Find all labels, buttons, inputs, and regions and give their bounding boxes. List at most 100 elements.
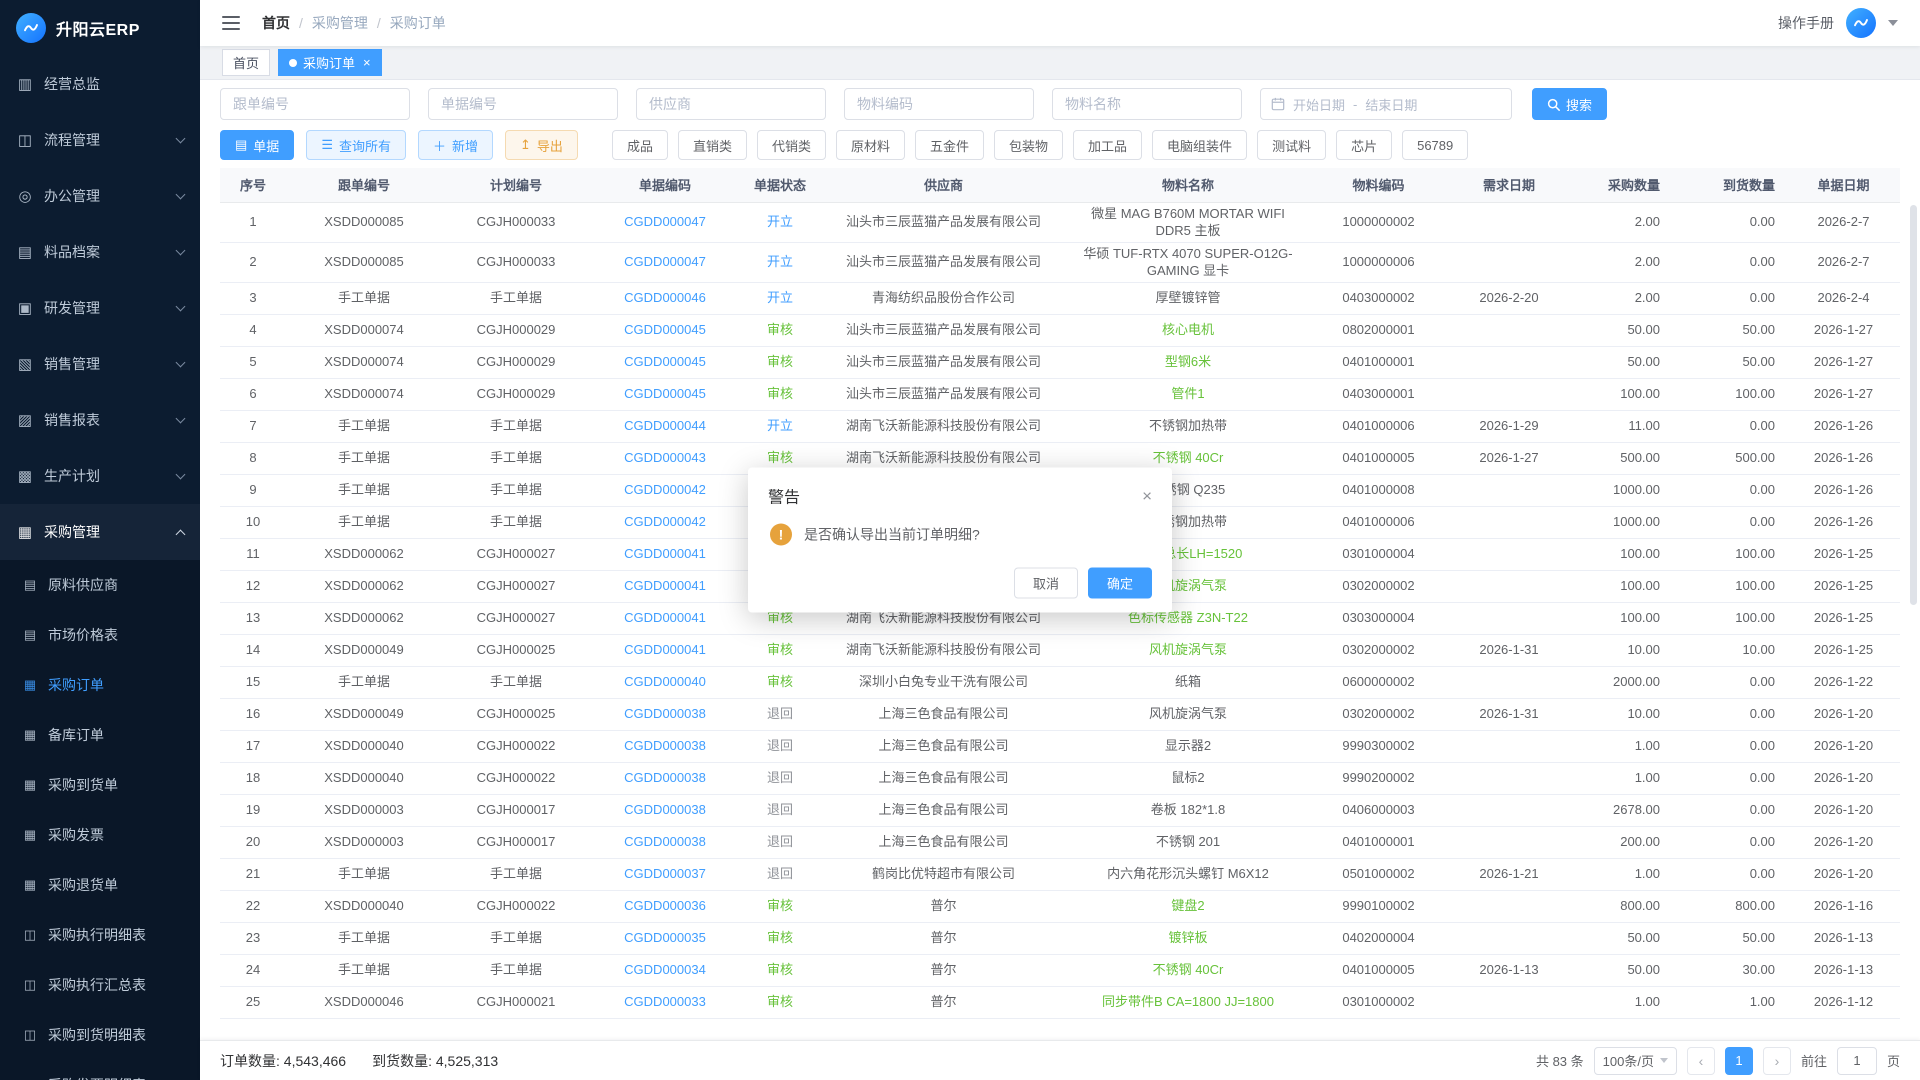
doc-code-link[interactable]: CGDD000042 [590,506,740,538]
add-button[interactable]: ＋ 新增 [418,130,493,160]
page-1-button[interactable]: 1 [1725,1047,1753,1075]
manual-link[interactable]: 操作手册 [1778,13,1834,33]
doc-code-link-text[interactable]: CGDD000047 [624,214,706,229]
category-button-五金件[interactable]: 五金件 [915,130,984,160]
doc-code-link-text[interactable]: CGDD000038 [624,802,706,817]
sidebar-subitem-采购订单[interactable]: ▦采购订单 [0,660,200,710]
doc-code-link[interactable]: CGDD000036 [590,890,740,922]
doc-code-link-text[interactable]: CGDD000037 [624,866,706,881]
doc-code-link-text[interactable]: CGDD000038 [624,770,706,785]
sidebar-subitem-采购到货明细表[interactable]: ◫采购到货明细表 [0,1010,200,1060]
category-button-测试料[interactable]: 测试料 [1257,130,1326,160]
filter-input-单据编号[interactable] [428,88,618,120]
filter-input-物料名称[interactable] [1052,88,1242,120]
cancel-button[interactable]: 取消 [1014,568,1078,599]
sidebar-subitem-采购退货单[interactable]: ▦采购退货单 [0,860,200,910]
doc-code-link-text[interactable]: CGDD000043 [624,450,706,465]
doc-code-link-text[interactable]: CGDD000045 [624,386,706,401]
sidebar-item-销售报表[interactable]: ▨销售报表 [0,392,200,448]
sidebar-subitem-采购发票明细表[interactable]: ◫采购发票明细表 [0,1060,200,1080]
category-button-电脑组装件[interactable]: 电脑组装件 [1152,130,1247,160]
search-button[interactable]: 搜索 [1532,88,1607,120]
doc-code-link[interactable]: CGDD000038 [590,762,740,794]
doc-code-link[interactable]: CGDD000038 [590,730,740,762]
doc-code-link[interactable]: CGDD000047 [590,242,740,282]
doc-code-link[interactable]: CGDD000038 [590,698,740,730]
doc-code-link[interactable]: CGDD000040 [590,666,740,698]
doc-code-link-text[interactable]: CGDD000038 [624,834,706,849]
sidebar-subitem-市场价格表[interactable]: ▤市场价格表 [0,610,200,660]
breadcrumb-home[interactable]: 首页 [262,13,290,33]
doc-code-link[interactable]: CGDD000042 [590,474,740,506]
sidebar-item-研发管理[interactable]: ▣研发管理 [0,280,200,336]
doc-code-link-text[interactable]: CGDD000041 [624,546,706,561]
breadcrumb-purchase-mgmt[interactable]: 采购管理 [312,13,368,33]
query-all-button[interactable]: ☰ 查询所有 [306,130,406,160]
doc-code-link-text[interactable]: CGDD000033 [624,994,706,1009]
doc-code-link[interactable]: CGDD000041 [590,634,740,666]
doc-code-link-text[interactable]: CGDD000042 [624,482,706,497]
doc-code-link[interactable]: CGDD000045 [590,314,740,346]
category-button-56789[interactable]: 56789 [1402,130,1468,160]
doc-code-link[interactable]: CGDD000041 [590,570,740,602]
doc-code-link[interactable]: CGDD000033 [590,986,740,1018]
filter-input-跟单编号[interactable] [220,88,410,120]
doc-code-link-text[interactable]: CGDD000044 [624,418,706,433]
doc-code-link-text[interactable]: CGDD000040 [624,674,706,689]
doc-code-link[interactable]: CGDD000038 [590,794,740,826]
sidebar-item-生产计划[interactable]: ▩生产计划 [0,448,200,504]
doc-code-link[interactable]: CGDD000045 [590,378,740,410]
doc-code-link[interactable]: CGDD000046 [590,282,740,314]
goto-page-input[interactable] [1837,1047,1877,1075]
sidebar-subitem-原料供应商[interactable]: ▤原料供应商 [0,560,200,610]
doc-code-link-text[interactable]: CGDD000045 [624,354,706,369]
document-button[interactable]: ▤ 单据 [220,130,294,160]
doc-code-link-text[interactable]: CGDD000042 [624,514,706,529]
doc-code-link-text[interactable]: CGDD000045 [624,322,706,337]
sidebar-subitem-采购执行汇总表[interactable]: ◫采购执行汇总表 [0,960,200,1010]
sidebar-subitem-备库订单[interactable]: ▦备库订单 [0,710,200,760]
doc-code-link[interactable]: CGDD000041 [590,602,740,634]
filter-input-物料编码[interactable] [844,88,1034,120]
doc-code-link-text[interactable]: CGDD000035 [624,930,706,945]
tab-close-icon[interactable]: × [363,56,371,69]
export-button[interactable]: ↥ 导出 [505,130,578,160]
category-button-加工品[interactable]: 加工品 [1073,130,1142,160]
user-caret-icon[interactable] [1888,20,1898,26]
sidebar-item-销售管理[interactable]: ▧销售管理 [0,336,200,392]
category-button-代销类[interactable]: 代销类 [757,130,826,160]
doc-code-link[interactable]: CGDD000043 [590,442,740,474]
next-page-button[interactable]: › [1763,1047,1791,1075]
sidebar-subitem-采购发票[interactable]: ▦采购发票 [0,810,200,860]
doc-code-link[interactable]: CGDD000037 [590,858,740,890]
category-button-直销类[interactable]: 直销类 [678,130,747,160]
category-button-包装物[interactable]: 包装物 [994,130,1063,160]
doc-code-link[interactable]: CGDD000035 [590,922,740,954]
filter-input-供应商[interactable] [636,88,826,120]
category-button-芯片[interactable]: 芯片 [1336,130,1392,160]
doc-code-link-text[interactable]: CGDD000034 [624,962,706,977]
date-range-picker[interactable]: 开始日期 - 结束日期 [1260,88,1512,120]
doc-code-link-text[interactable]: CGDD000046 [624,290,706,305]
sidebar-item-料品档案[interactable]: ▤料品档案 [0,224,200,280]
doc-code-link[interactable]: CGDD000047 [590,202,740,242]
doc-code-link[interactable]: CGDD000044 [590,410,740,442]
doc-code-link[interactable]: CGDD000038 [590,826,740,858]
doc-code-link[interactable]: CGDD000041 [590,538,740,570]
close-icon[interactable]: × [1142,487,1152,504]
tab-采购订单[interactable]: 采购订单× [278,49,382,76]
table-scrollbar[interactable] [1910,205,1917,605]
tab-首页[interactable]: 首页 [222,49,270,76]
doc-code-link[interactable]: CGDD000045 [590,346,740,378]
confirm-button[interactable]: 确定 [1088,568,1152,599]
doc-code-link-text[interactable]: CGDD000047 [624,254,706,269]
doc-code-link-text[interactable]: CGDD000038 [624,738,706,753]
sidebar-subitem-采购到货单[interactable]: ▦采购到货单 [0,760,200,810]
doc-code-link-text[interactable]: CGDD000036 [624,898,706,913]
sidebar-item-办公管理[interactable]: ◎办公管理 [0,168,200,224]
category-button-原材料[interactable]: 原材料 [836,130,905,160]
sidebar-item-采购管理[interactable]: ▦采购管理 [0,504,200,560]
page-size-select[interactable]: 100条/页 [1594,1047,1677,1075]
doc-code-link[interactable]: CGDD000034 [590,954,740,986]
doc-code-link-text[interactable]: CGDD000041 [624,610,706,625]
